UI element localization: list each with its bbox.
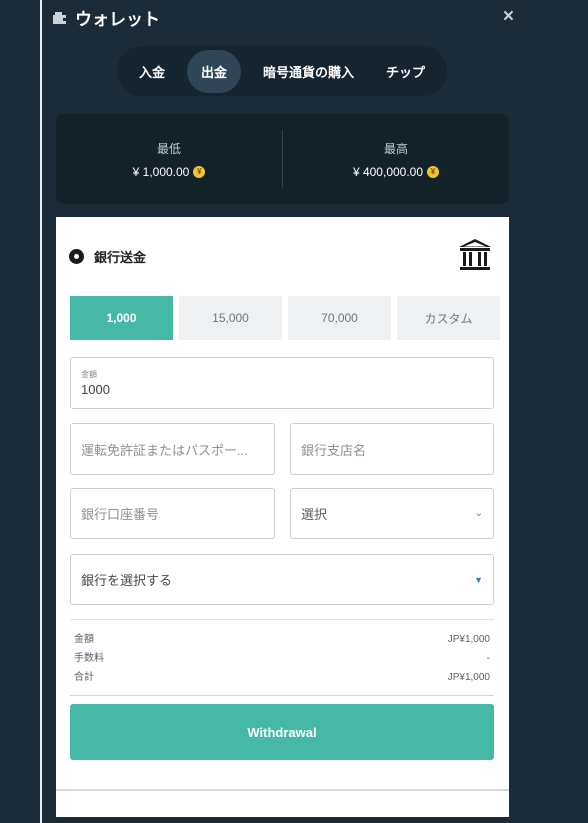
min-limit-label: 最低 [156,141,181,156]
summary-fee-row: 手数料 - [74,649,490,668]
amount-field-value[interactable]: 1000 [81,382,110,397]
caret-down-icon: ▼ [474,574,483,585]
method-label: 銀行送金 [94,250,147,265]
wallet-icon [52,10,68,25]
account-type-select[interactable]: 選択 ⌄ [290,488,494,539]
header-title-group: ウォレット [52,5,160,30]
bank-select-placeholder: 銀行を選択する [81,573,173,588]
bank-account-input[interactable]: 銀行口座番号 [70,488,275,539]
summary-amount-row: 金額 JP¥1,000 [74,630,490,649]
radio-selected-icon[interactable] [69,249,84,264]
withdrawal-button[interactable]: Withdrawal [70,704,494,760]
summary-fee-value: - [486,653,490,664]
tab-buy-crypto[interactable]: 暗号通貨の購入 [253,50,364,93]
bank-branch-input[interactable]: 銀行支店名 [290,423,494,475]
max-limit-label: 最高 [383,141,408,156]
tab-tip[interactable]: チップ [376,50,435,93]
summary-amount-label: 金額 [74,634,94,645]
summary-amount-value: JP¥1,000 [447,634,490,645]
amount-option-70000[interactable]: 70,000 [288,296,391,340]
amount-option-1000[interactable]: 1,000 [70,296,173,340]
wallet-tabs: 入金 出金 暗号通貨の購入 チップ [117,46,447,96]
max-limit-value: ¥ 400,000.00 [352,164,424,179]
withdraw-panel: 銀行送金 1,000 15,000 70,000 カスタム 金額 1000 運転… [56,217,509,817]
close-icon[interactable]: × [503,6,514,28]
amount-options: 1,000 15,000 70,000 カスタム [70,296,500,340]
panel-bottom-divider [56,789,509,791]
amount-option-15000[interactable]: 15,000 [179,296,282,340]
min-limit-value-row: ¥ 1,000.00 ¥ [133,165,206,179]
license-passport-input[interactable]: 運転免許証またはパスポー... [70,423,275,475]
yen-coin-icon: ¥ [193,165,206,178]
amount-field-label: 金額 [81,370,97,379]
bank-icon [457,237,493,278]
min-limit-value: ¥ 1,000.00 [132,164,190,179]
chevron-down-icon: ⌄ [474,508,483,519]
summary-total-value: JP¥1,000 [447,672,490,683]
page-title: ウォレット [75,9,160,29]
limits-box: 最低 ¥ 1,000.00 ¥ 最高 ¥ 400,000.00 ¥ [56,114,509,204]
method-option[interactable]: 銀行送金 [69,247,146,266]
max-limit: 最高 ¥ 400,000.00 ¥ [283,114,509,204]
summary-box: 金額 JP¥1,000 手数料 - 合計 JP¥1,000 [70,619,494,696]
account-type-value: 選択 [301,507,328,522]
summary-fee-label: 手数料 [74,653,104,664]
bank-select[interactable]: 銀行を選択する ▼ [70,554,494,605]
tab-withdraw[interactable]: 出金 [186,49,241,93]
left-divider [40,0,42,823]
summary-total-label: 合計 [74,672,94,683]
amount-field[interactable]: 金額 1000 [70,357,494,409]
max-limit-value-row: ¥ 400,000.00 ¥ [352,164,440,179]
yen-coin-icon: ¥ [427,165,440,178]
summary-total-row: 合計 JP¥1,000 [74,668,490,687]
tab-deposit[interactable]: 入金 [129,50,175,93]
wallet-header: ウォレット × [52,4,522,30]
min-limit: 最低 ¥ 1,000.00 ¥ [56,114,282,204]
amount-option-custom[interactable]: カスタム [397,296,500,340]
